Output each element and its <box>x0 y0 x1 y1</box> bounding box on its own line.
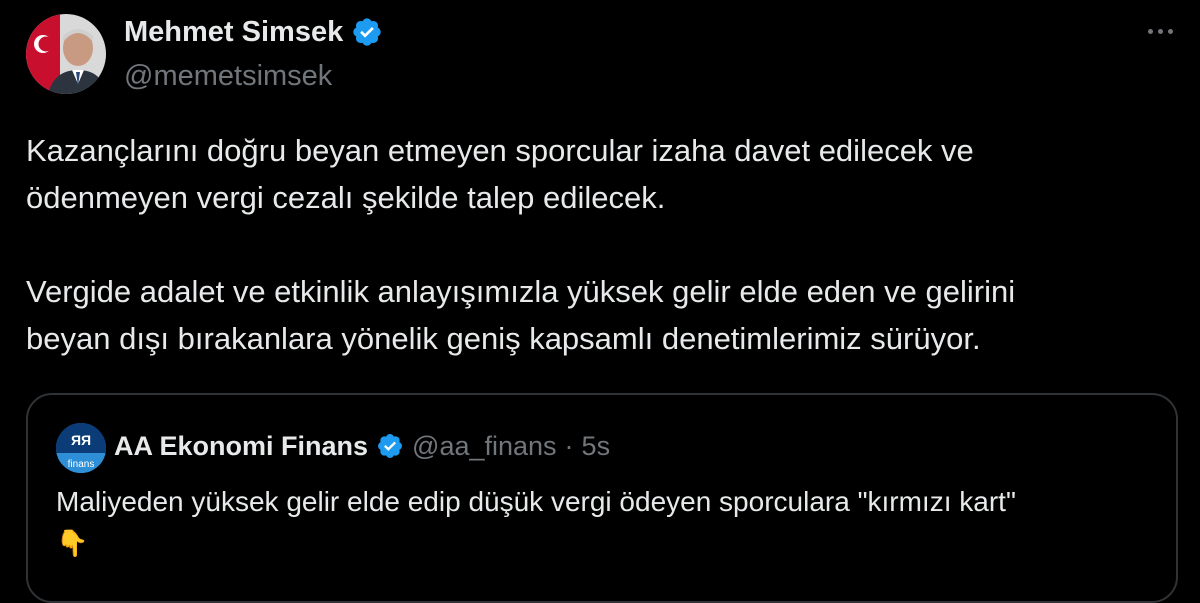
more-options-icon[interactable] <box>1142 16 1178 46</box>
verified-badge-icon[interactable] <box>351 16 383 48</box>
tweet-text: Kazançlarını doğru beyan etmeyen sporcul… <box>26 127 1176 362</box>
quote-timestamp[interactable]: 5s <box>582 429 611 463</box>
quoted-tweet[interactable]: ЯЯ finans AA Ekonomi Finans @aa_finans ·… <box>26 393 1178 603</box>
author-avatar[interactable] <box>26 14 106 94</box>
svg-text:ЯЯ: ЯЯ <box>71 432 91 448</box>
quote-separator: · <box>564 431 574 461</box>
quote-verified-badge-icon[interactable] <box>376 432 404 460</box>
quote-header: AA Ekonomi Finans @aa_finans · 5s <box>114 429 610 463</box>
tweet-text-line: ödenmeyen vergi cezalı şekilde talep edi… <box>26 180 666 215</box>
quote-author-name[interactable]: AA Ekonomi Finans <box>114 429 368 463</box>
pointing-down-emoji: 👇 <box>56 528 89 558</box>
quote-author-handle[interactable]: @aa_finans <box>412 429 557 463</box>
quote-text: Maliyeden yüksek gelir elde edip düşük v… <box>56 486 1016 517</box>
tweet-text-line: beyan dışı bırakanlara yönelik geniş kap… <box>26 321 981 356</box>
tweet: Mehmet Simsek @memetsimsek Kazançlarını … <box>0 0 1200 603</box>
tweet-text-line: Vergide adalet ve etkinlik anlayışımızla… <box>26 274 1016 309</box>
tweet-text-line: Kazançlarını doğru beyan etmeyen sporcul… <box>26 133 974 168</box>
author-handle[interactable]: @memetsimsek <box>124 58 332 94</box>
quote-avatar-label: finans <box>68 459 95 470</box>
author-name[interactable]: Mehmet Simsek <box>124 14 343 50</box>
author-name-row[interactable]: Mehmet Simsek <box>124 14 383 50</box>
quote-avatar[interactable]: ЯЯ finans <box>56 423 106 473</box>
